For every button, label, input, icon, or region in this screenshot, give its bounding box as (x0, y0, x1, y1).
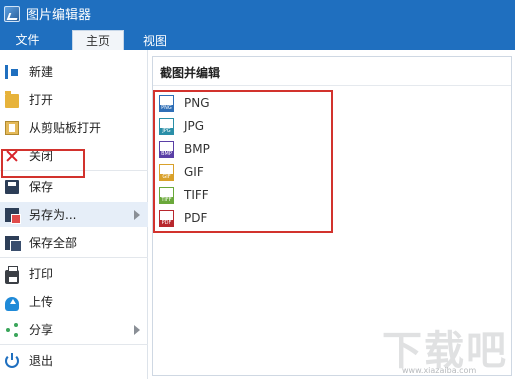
tab-file[interactable]: 文件 (0, 29, 55, 50)
format-label: TIFF (184, 188, 209, 202)
menu-item-open-from-clipboard[interactable]: 从剪贴板打开 (0, 115, 148, 140)
menu-item-share[interactable]: 分享 (0, 317, 148, 342)
file-tag: BMP (159, 150, 174, 158)
menu-item-label: 分享 (29, 323, 54, 337)
save-icon (5, 179, 19, 194)
menu-item-upload[interactable]: 上传 (0, 289, 148, 314)
format-item-png[interactable]: PNG PNG (159, 93, 319, 113)
save-as-icon (5, 207, 21, 224)
folder-icon (5, 90, 19, 108)
menu-item-save-as[interactable]: 另存为... (0, 202, 148, 227)
menu-item-print[interactable]: 打印 (0, 261, 148, 286)
file-tag: PNG (159, 104, 174, 112)
format-label: PDF (184, 211, 208, 225)
format-list: PNG PNG JPG JPG BMP BMP GIF GIF TIFF TIF… (153, 90, 333, 233)
menu-separator (0, 257, 148, 258)
menu-item-label: 新建 (29, 65, 54, 79)
save-all-icon (5, 235, 22, 252)
menu-item-open[interactable]: 打开 (0, 87, 148, 112)
format-label: BMP (184, 142, 210, 156)
printer-icon (5, 265, 19, 284)
watermark-url: www.xiazaiba.com (402, 366, 477, 375)
share-icon (5, 323, 19, 337)
format-label: GIF (184, 165, 204, 179)
file-tag: TIFF (159, 196, 174, 204)
png-file-icon: PNG (159, 94, 174, 112)
format-label: JPG (184, 119, 205, 133)
file-tag: JPG (159, 127, 174, 135)
menu-item-label: 从剪贴板打开 (29, 121, 102, 135)
panel-divider (153, 85, 511, 86)
gif-file-icon: GIF (159, 163, 174, 181)
panel-title: 截图并编辑 (160, 66, 221, 80)
menu-item-save-all[interactable]: 保存全部 (0, 230, 148, 255)
format-item-pdf[interactable]: PDF PDF (159, 208, 319, 228)
file-menu: 新建 打开 从剪贴板打开 关闭 保存 另存为... 保存全部 打印 上传 分享 (0, 50, 148, 379)
pdf-file-icon: PDF (159, 209, 174, 227)
power-icon (5, 352, 19, 368)
menu-item-label: 上传 (29, 295, 54, 309)
window-title: 图片编辑器 (26, 8, 92, 23)
file-tag: PDF (159, 219, 174, 227)
format-item-bmp[interactable]: BMP BMP (159, 139, 319, 159)
format-item-tiff[interactable]: TIFF TIFF (159, 185, 319, 205)
bmp-file-icon: BMP (159, 140, 174, 158)
menu-item-label: 退出 (29, 354, 54, 368)
format-label: PNG (184, 96, 210, 110)
jpg-file-icon: JPG (159, 117, 174, 135)
menu-item-label: 保存全部 (29, 236, 78, 250)
app-icon (4, 5, 20, 22)
tab-view[interactable]: 视图 (133, 30, 177, 50)
submenu-arrow-icon (134, 210, 140, 220)
submenu-arrow-icon (134, 325, 140, 335)
format-item-jpg[interactable]: JPG JPG (159, 116, 319, 136)
menu-item-label: 打印 (29, 267, 54, 281)
menu-item-label: 另存为... (29, 208, 77, 222)
ribbon-tab-row: 文件 主页 视图 (0, 27, 515, 50)
menu-item-label: 打开 (29, 93, 54, 107)
menu-separator (0, 344, 148, 345)
menu-item-label: 保存 (29, 180, 54, 194)
format-item-gif[interactable]: GIF GIF (159, 162, 319, 182)
menu-item-new[interactable]: 新建 (0, 59, 148, 84)
new-file-icon (5, 64, 19, 79)
clipboard-icon (5, 120, 19, 135)
cloud-upload-icon (5, 296, 19, 311)
save-as-highlight-box (1, 149, 85, 178)
menu-item-exit[interactable]: 退出 (0, 348, 148, 373)
title-bar: 图片编辑器 (0, 0, 515, 27)
tab-home[interactable]: 主页 (72, 30, 124, 50)
tiff-file-icon: TIFF (159, 186, 174, 204)
file-tag: GIF (159, 173, 174, 181)
